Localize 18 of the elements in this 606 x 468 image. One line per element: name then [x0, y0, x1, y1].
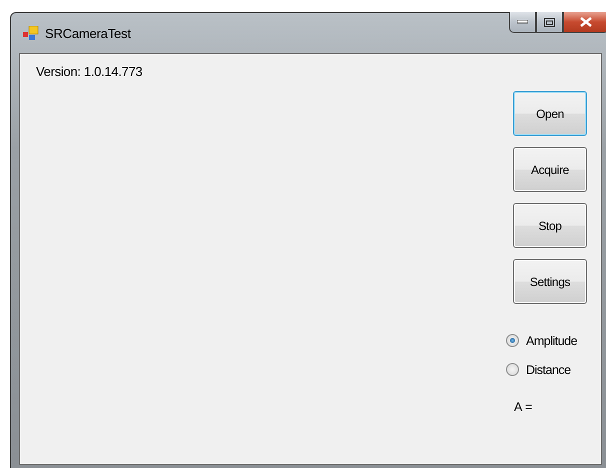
maximize-icon: [544, 18, 555, 26]
close-button[interactable]: [563, 12, 606, 33]
action-button[interactable]: Acquire: [513, 147, 587, 192]
window-title: SRCameraTest: [45, 26, 131, 40]
close-icon: [580, 17, 592, 27]
radio-label[interactable]: Distance: [526, 362, 571, 376]
action-button[interactable]: Stop: [513, 203, 587, 248]
radio-button[interactable]: [506, 334, 519, 347]
action-button[interactable]: Open: [513, 91, 587, 136]
radio-button[interactable]: [506, 363, 519, 376]
minimize-icon: [517, 20, 528, 24]
radio-label[interactable]: Amplitude: [526, 334, 578, 348]
maximize-button[interactable]: [536, 12, 563, 33]
action-button[interactable]: Settings: [513, 259, 587, 304]
version-label: Version: 1.0.14.773: [36, 64, 142, 79]
value-label: A =: [514, 400, 532, 414]
minimize-button[interactable]: [509, 12, 536, 33]
app-icon: [23, 26, 39, 40]
